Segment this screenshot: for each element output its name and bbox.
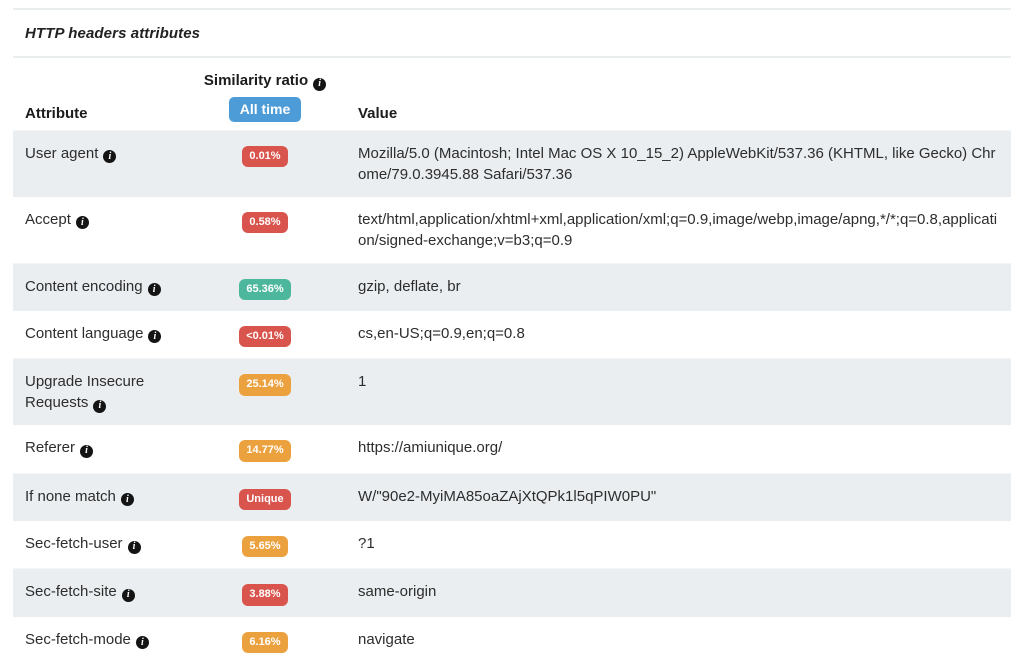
similarity-ratio-badge: 65.36% (239, 279, 290, 300)
table-row: Sec-fetch-sitei 3.88% same-origin (13, 568, 1011, 616)
column-header-attribute: Attribute (25, 105, 210, 122)
similarity-ratio-badge: 0.01% (242, 146, 287, 167)
similarity-ratio-badge: 3.88% (242, 584, 287, 605)
info-icon[interactable]: i (136, 636, 149, 649)
table-row: Accepti 0.58% text/html,application/xhtm… (13, 197, 1011, 263)
column-header-similarity-ratio: Similarity ratioi All time (210, 72, 320, 122)
attribute-value: cs,en-US;q=0.9,en;q=0.8 (320, 323, 999, 344)
info-icon[interactable]: i (128, 541, 141, 554)
info-icon[interactable]: i (121, 493, 134, 506)
attribute-name: Sec-fetch-modei (25, 629, 210, 650)
attribute-name: Sec-fetch-sitei (25, 581, 210, 602)
section-title: HTTP headers attributes (25, 25, 999, 42)
similarity-ratio-badge: 6.16% (242, 632, 287, 653)
attribute-name: Sec-fetch-useri (25, 533, 210, 554)
attribute-value: navigate (320, 629, 999, 650)
table-row: Refereri 14.77% https://amiunique.org/ (13, 425, 1011, 472)
table-row: If none matchi Unique W/"90e2-MyiMA85oaZ… (13, 473, 1011, 521)
attribute-value: W/"90e2-MyiMA85oaZAjXtQPk1l5qPIW0PU" (320, 486, 999, 507)
attribute-value: text/html,application/xhtml+xml,applicat… (320, 209, 999, 251)
table-row: Sec-fetch-modei 6.16% navigate (13, 617, 1011, 655)
all-time-filter-button[interactable]: All time (229, 97, 302, 122)
attribute-value: gzip, deflate, br (320, 276, 999, 297)
table-row: Content encodingi 65.36% gzip, deflate, … (13, 263, 1011, 311)
info-icon[interactable]: i (103, 150, 116, 163)
attribute-value: 1 (320, 371, 999, 392)
section-title-block: HTTP headers attributes (13, 8, 1011, 58)
attribute-value: https://amiunique.org/ (320, 437, 999, 458)
info-icon[interactable]: i (122, 589, 135, 602)
info-icon[interactable]: i (313, 78, 326, 91)
column-header-value: Value (320, 105, 999, 122)
info-icon[interactable]: i (93, 400, 106, 413)
table-header-row: Attribute Similarity ratioi All time Val… (13, 58, 1011, 130)
attribute-name: Accepti (25, 209, 210, 230)
similarity-ratio-badge: 0.58% (242, 212, 287, 233)
similarity-ratio-badge: 25.14% (239, 374, 290, 395)
info-icon[interactable]: i (148, 330, 161, 343)
attribute-name: Content encodingi (25, 276, 210, 297)
attribute-name: If none matchi (25, 486, 210, 507)
attribute-name: Content languagei (25, 323, 210, 344)
table-row: Content languagei <0.01% cs,en-US;q=0.9,… (13, 311, 1011, 358)
attribute-value: same-origin (320, 581, 999, 602)
attribute-name: Upgrade Insecure Requestsi (25, 371, 210, 413)
http-headers-panel: HTTP headers attributes Attribute Simila… (13, 8, 1011, 655)
table-row: Sec-fetch-useri 5.65% ?1 (13, 521, 1011, 568)
attribute-name: User agenti (25, 143, 210, 164)
attributes-table: User agenti 0.01% Mozilla/5.0 (Macintosh… (13, 130, 1011, 655)
similarity-ratio-badge: 14.77% (239, 440, 290, 461)
similarity-ratio-label: Similarity ratioi (204, 72, 326, 91)
table-row: Upgrade Insecure Requestsi 25.14% 1 (13, 358, 1011, 425)
attribute-value: ?1 (320, 533, 999, 554)
similarity-ratio-badge: Unique (239, 489, 290, 510)
info-icon[interactable]: i (148, 283, 161, 296)
similarity-ratio-badge: 5.65% (242, 536, 287, 557)
table-row: User agenti 0.01% Mozilla/5.0 (Macintosh… (13, 130, 1011, 197)
similarity-ratio-badge: <0.01% (239, 326, 291, 347)
attribute-value: Mozilla/5.0 (Macintosh; Intel Mac OS X 1… (320, 143, 999, 185)
info-icon[interactable]: i (76, 216, 89, 229)
info-icon[interactable]: i (80, 445, 93, 458)
attribute-name: Refereri (25, 437, 210, 458)
